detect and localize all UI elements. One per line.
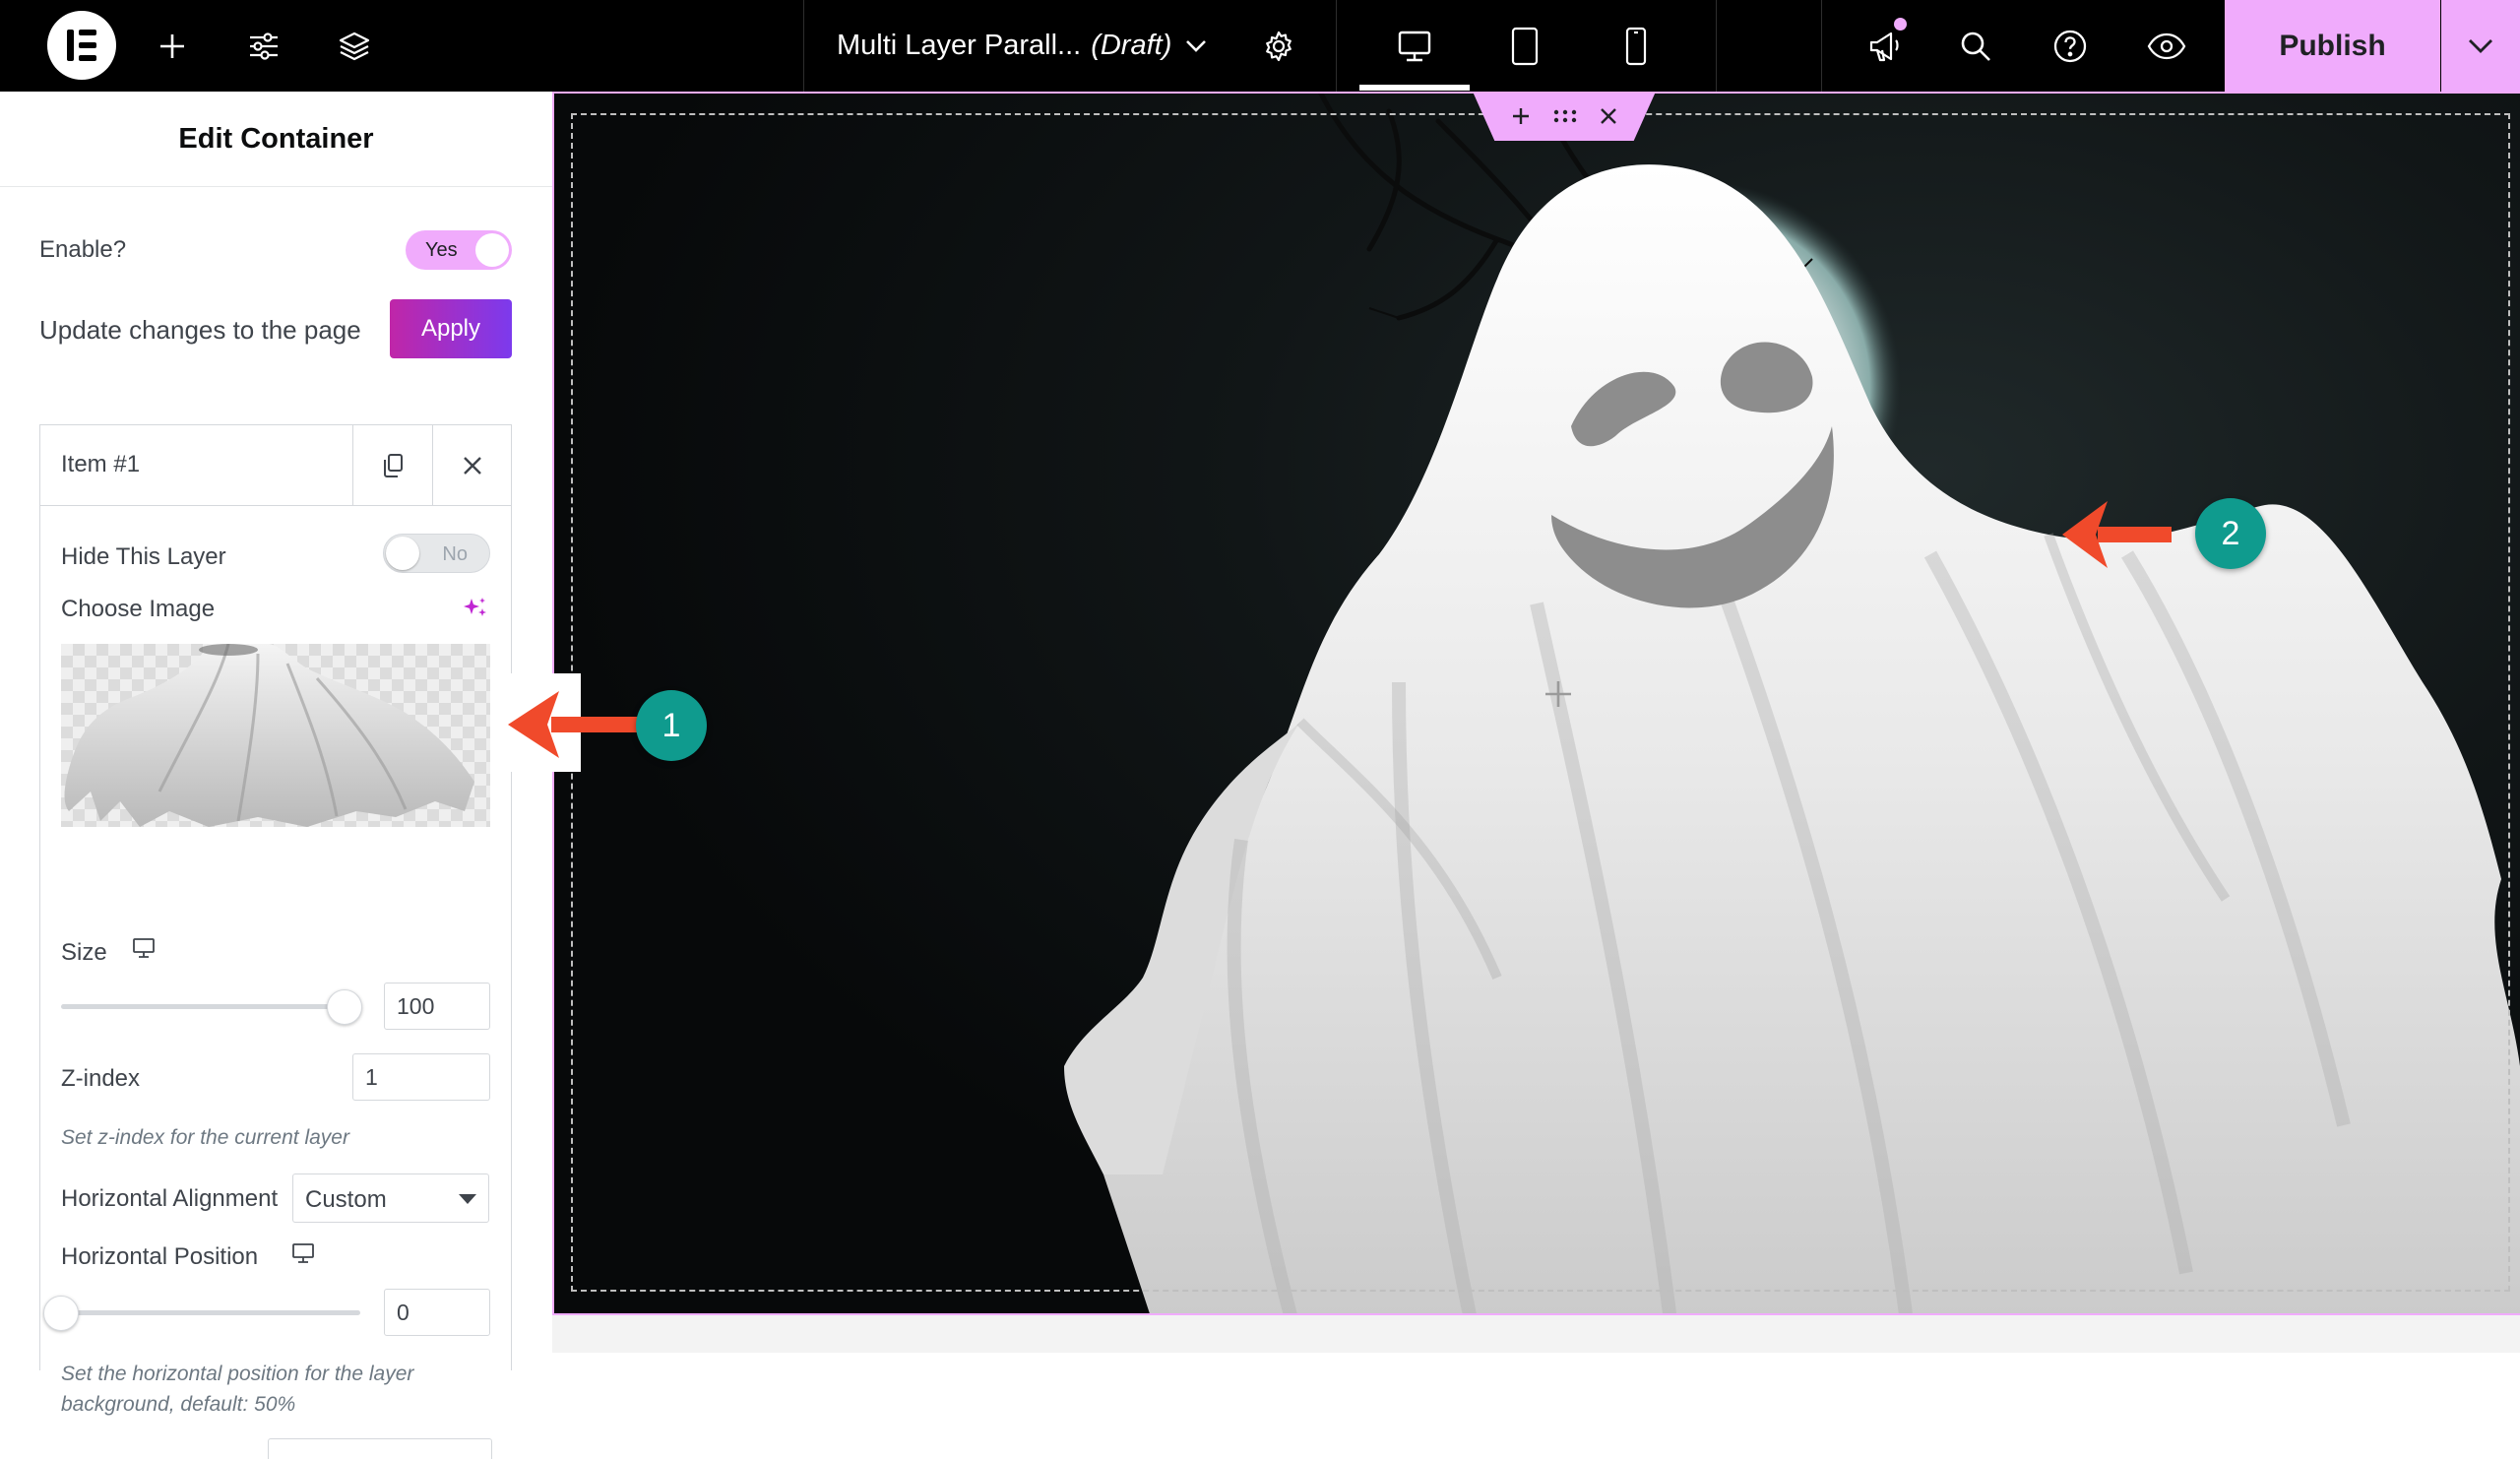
add-element-icon[interactable] — [148, 0, 197, 92]
apply-button[interactable]: Apply — [390, 299, 512, 358]
desktop-icon[interactable] — [1359, 0, 1470, 92]
toggle-knob — [475, 233, 509, 267]
horizontal-alignment-select[interactable]: Custom — [292, 1174, 489, 1223]
horizontal-position-slider[interactable] — [43, 1296, 360, 1331]
add-section-plus-icon[interactable] — [1544, 679, 1573, 714]
preview-canvas[interactable]: 2 — [552, 92, 2520, 1353]
add-container-icon[interactable] — [1511, 106, 1531, 126]
slider-track — [61, 1310, 360, 1315]
publish-options-chevron-icon[interactable] — [2441, 0, 2520, 92]
site-settings-icon[interactable] — [239, 0, 288, 92]
duplicate-icon[interactable] — [352, 425, 432, 505]
repeater-item-title: Item #1 — [61, 451, 141, 477]
remove-item-close-icon[interactable] — [432, 425, 512, 505]
drag-handle-icon[interactable] — [1552, 108, 1578, 124]
search-icon[interactable] — [1951, 0, 2000, 92]
top-bar: Multi Layer Parall... (Draft) Publish — [0, 0, 2520, 93]
panel-title: Edit Container — [0, 92, 552, 187]
slider-handle[interactable] — [327, 989, 362, 1025]
publish-button[interactable]: Publish — [2225, 0, 2440, 92]
document-title[interactable]: Multi Layer Parall... (Draft) — [837, 0, 1171, 92]
callout-badge-1: 1 — [636, 690, 707, 761]
zindex-hint: Set z-index for the current layer — [61, 1126, 349, 1149]
update-changes-label: Update changes to the page — [39, 315, 361, 345]
enable-label: Enable? — [39, 236, 127, 263]
size-slider[interactable] — [61, 989, 362, 1025]
horizontal-position-label: Horizontal Position — [61, 1243, 259, 1270]
page-settings-gear-icon[interactable] — [1254, 0, 1303, 92]
next-field-input[interactable] — [268, 1438, 492, 1459]
hide-layer-toggle[interactable]: No — [383, 534, 490, 573]
caret-down-icon — [459, 1194, 476, 1204]
tablet-icon[interactable] — [1497, 0, 1552, 92]
desktop-responsive-icon[interactable] — [291, 1242, 315, 1269]
structure-layers-icon[interactable] — [330, 0, 379, 92]
slider-handle[interactable] — [43, 1296, 79, 1331]
toggle-knob — [386, 537, 419, 570]
layer-image-preview[interactable] — [61, 644, 490, 827]
repeater-item-header[interactable]: Item #1 — [40, 425, 511, 506]
chevron-down-icon[interactable] — [1181, 0, 1211, 92]
callout-arrow-2 — [2058, 495, 2176, 579]
hide-layer-toggle-text: No — [442, 543, 468, 565]
container-handle[interactable] — [1473, 92, 1656, 141]
ai-sparkle-icon[interactable] — [463, 596, 488, 626]
callout-badge-2: 2 — [2195, 498, 2266, 569]
hide-layer-label: Hide This Layer — [61, 543, 226, 570]
zindex-label: Z-index — [61, 1065, 141, 1092]
desktop-responsive-icon[interactable] — [132, 937, 156, 964]
help-icon[interactable] — [2046, 0, 2095, 92]
editor-panel: Edit Container Enable? Yes Update change… — [0, 92, 553, 1459]
enable-toggle-text: Yes — [425, 239, 458, 261]
enable-toggle[interactable]: Yes — [406, 230, 512, 270]
zindex-input[interactable] — [352, 1053, 490, 1101]
horizontal-position-hint: Set the horizontal position for the laye… — [61, 1363, 414, 1416]
slider-track — [61, 1004, 360, 1009]
delete-container-close-icon[interactable] — [1600, 107, 1617, 125]
container-dashed-boundary — [571, 113, 2510, 1292]
active-device-indicator — [1359, 85, 1470, 91]
size-input[interactable] — [384, 983, 490, 1030]
elementor-logo-icon[interactable] — [47, 11, 116, 80]
callout-arrow-1 — [504, 685, 652, 769]
mobile-icon[interactable] — [1608, 0, 1664, 92]
document-title-text: Multi Layer Parall... — [837, 30, 1082, 61]
preview-eye-icon[interactable] — [2139, 0, 2194, 92]
canvas-below-area — [552, 1315, 2520, 1353]
size-label: Size — [61, 939, 107, 966]
horizontal-alignment-label: Horizontal Alignment — [61, 1185, 279, 1212]
document-status: (Draft) — [1091, 30, 1172, 61]
choose-image-label: Choose Image — [61, 596, 216, 622]
notifications-megaphone-icon[interactable] — [1858, 0, 1914, 92]
horizontal-position-input[interactable] — [384, 1289, 490, 1336]
horizontal-alignment-value: Custom — [305, 1186, 387, 1213]
